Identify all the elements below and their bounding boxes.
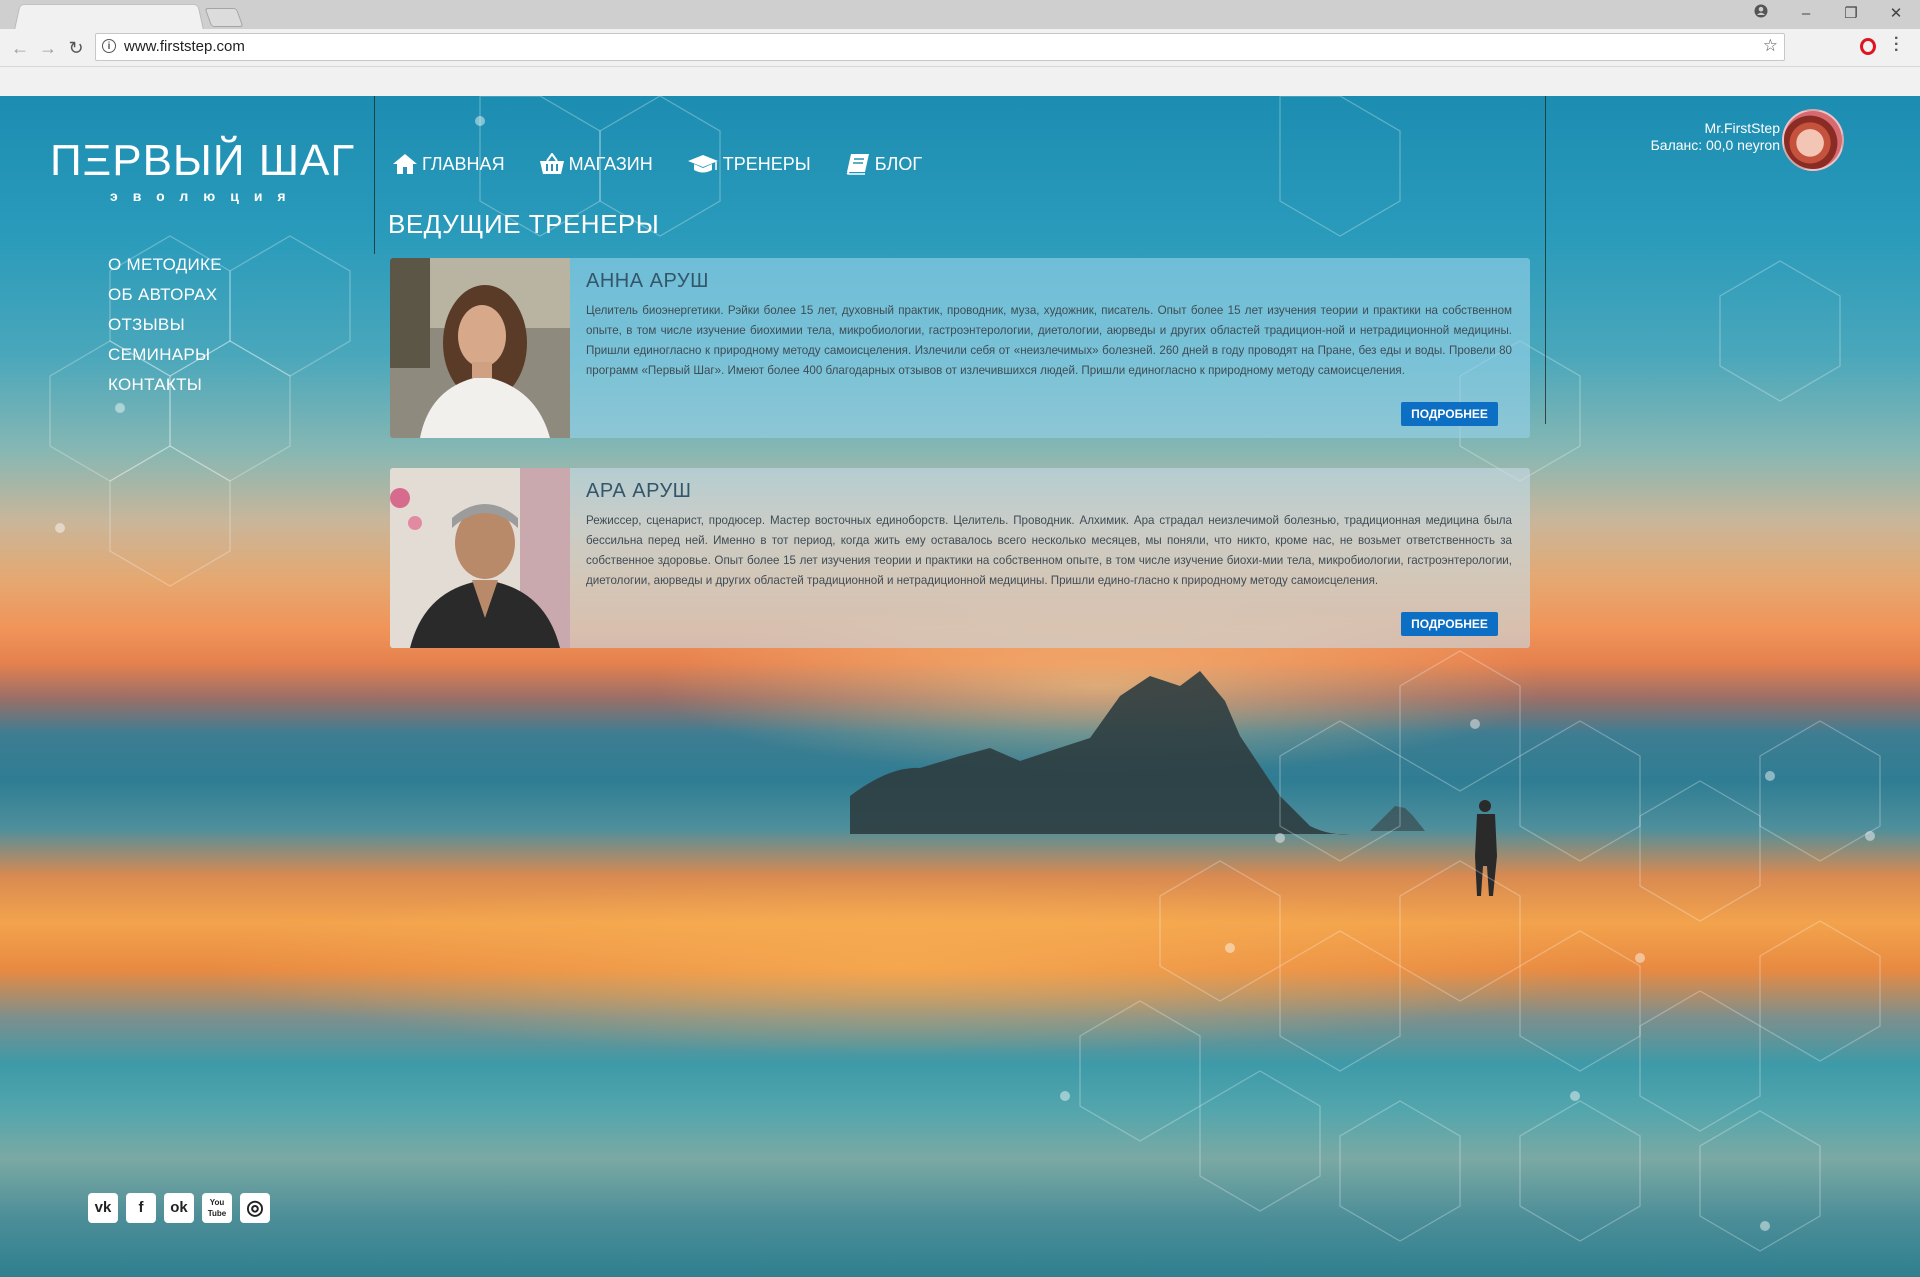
trainer-card: АРА АРУШ Режиссер, сценарист, продюсер. … xyxy=(390,468,1530,648)
user-info[interactable]: Mr.FirstStep Баланс: 00,0 neyron xyxy=(1651,120,1780,154)
trainer-description: Режиссер, сценарист, продюсер. Мастер во… xyxy=(586,514,1512,587)
tab-strip: – ❐ ✕ xyxy=(0,0,1920,30)
book-icon xyxy=(846,154,869,175)
section-title: ВЕДУЩИЕ ТРЕНЕРЫ xyxy=(388,209,660,239)
logo-title: ПΞРВЫЙ ШАГ xyxy=(50,136,356,185)
instagram-icon[interactable]: ◎ xyxy=(240,1193,270,1223)
profile-icon[interactable] xyxy=(1750,4,1772,24)
nav-blog[interactable]: БЛОГ xyxy=(845,153,922,175)
more-button[interactable]: ПОДРОБНЕЕ xyxy=(1401,402,1498,426)
trainer-description: Целитель биоэнергетики. Рэйки более 15 л… xyxy=(586,304,1512,377)
nav-trainers-label: ТРЕНЕРЫ xyxy=(722,153,811,174)
youtube-icon[interactable]: You Tube xyxy=(202,1193,232,1223)
avatar[interactable] xyxy=(1782,109,1844,171)
user-name: Mr.FirstStep xyxy=(1704,120,1780,136)
more-button[interactable]: ПОДРОБНЕЕ xyxy=(1401,612,1498,636)
nav-trainers[interactable]: ТРЕНЕРЫ xyxy=(687,153,811,175)
basket-icon xyxy=(539,153,564,174)
nav-shop[interactable]: МАГАЗИН xyxy=(539,153,653,175)
trainer-name: АРА АРУШ xyxy=(586,480,692,502)
address-bar[interactable]: i www.firststep.com ☆ xyxy=(95,33,1785,61)
social-links: vk f ok You Tube ◎ xyxy=(88,1193,270,1223)
nav-shop-label: МАГАЗИН xyxy=(568,153,653,174)
bookmark-star-icon[interactable]: ☆ xyxy=(1763,36,1778,56)
nav-blog-label: БЛОГ xyxy=(874,153,923,174)
reload-icon[interactable]: ↻ xyxy=(66,38,86,58)
sidenav-item-authors[interactable]: ОБ АВТОРАХ xyxy=(108,280,222,310)
nav-home[interactable]: ГЛАВНАЯ xyxy=(392,153,505,175)
sidenav-item-method[interactable]: О МЕТОДИКЕ xyxy=(108,250,222,280)
trainer-photo xyxy=(390,468,570,648)
close-button[interactable]: ✕ xyxy=(1885,4,1907,24)
browser-chrome: – ❐ ✕ ← → ↻ i www.firststep.com ☆ · · · xyxy=(0,0,1920,96)
user-balance: Баланс: 00,0 neyron xyxy=(1650,137,1780,153)
divider-right xyxy=(1545,96,1546,424)
url-text[interactable]: www.firststep.com xyxy=(124,38,245,55)
facebook-icon[interactable]: f xyxy=(126,1193,156,1223)
browser-tab[interactable] xyxy=(14,3,204,30)
site-logo[interactable]: ПΞРВЫЙ ШАГ эволюция xyxy=(50,136,356,204)
home-icon xyxy=(393,154,417,174)
nav-home-label: ГЛАВНАЯ xyxy=(422,153,505,174)
divider-left xyxy=(374,96,375,254)
opera-icon[interactable] xyxy=(1860,38,1876,55)
trainer-name: АННА АРУШ xyxy=(586,270,709,292)
restore-button[interactable]: ❐ xyxy=(1840,4,1862,24)
vk-icon[interactable]: vk xyxy=(88,1193,118,1223)
browser-toolbar: ← → ↻ i www.firststep.com ☆ xyxy=(0,29,1920,67)
new-tab-button[interactable] xyxy=(204,8,244,27)
sidenav-item-reviews[interactable]: ОТЗЫВЫ xyxy=(108,310,222,340)
sidenav-item-seminars[interactable]: СЕМИНАРЫ xyxy=(108,340,222,370)
forward-icon[interactable]: → xyxy=(38,38,58,58)
trainer-card: АННА АРУШ Целитель биоэнергетики. Рэйки … xyxy=(390,258,1530,438)
graduation-cap-icon xyxy=(687,155,718,173)
trainer-photo xyxy=(390,258,570,438)
sidenav-item-contacts[interactable]: КОНТАКТЫ xyxy=(108,370,222,400)
top-navigation: ГЛАВНАЯ МАГАЗИН ТРЕНЕРЫ БЛОГ xyxy=(392,153,956,175)
info-icon[interactable]: i xyxy=(102,39,116,53)
minimize-button[interactable]: – xyxy=(1795,4,1817,24)
side-navigation: О МЕТОДИКЕ ОБ АВТОРАХ ОТЗЫВЫ СЕМИНАРЫ КО… xyxy=(108,250,222,400)
page: ПΞРВЫЙ ШАГ эволюция ГЛАВНАЯ МАГАЗИН ТРЕН… xyxy=(0,96,1920,1277)
logo-subtitle: эволюция xyxy=(110,188,301,204)
odnoklassniki-icon[interactable]: ok xyxy=(164,1193,194,1223)
menu-dots-icon[interactable]: · · · xyxy=(1894,31,1900,59)
back-icon[interactable]: ← xyxy=(10,38,30,58)
